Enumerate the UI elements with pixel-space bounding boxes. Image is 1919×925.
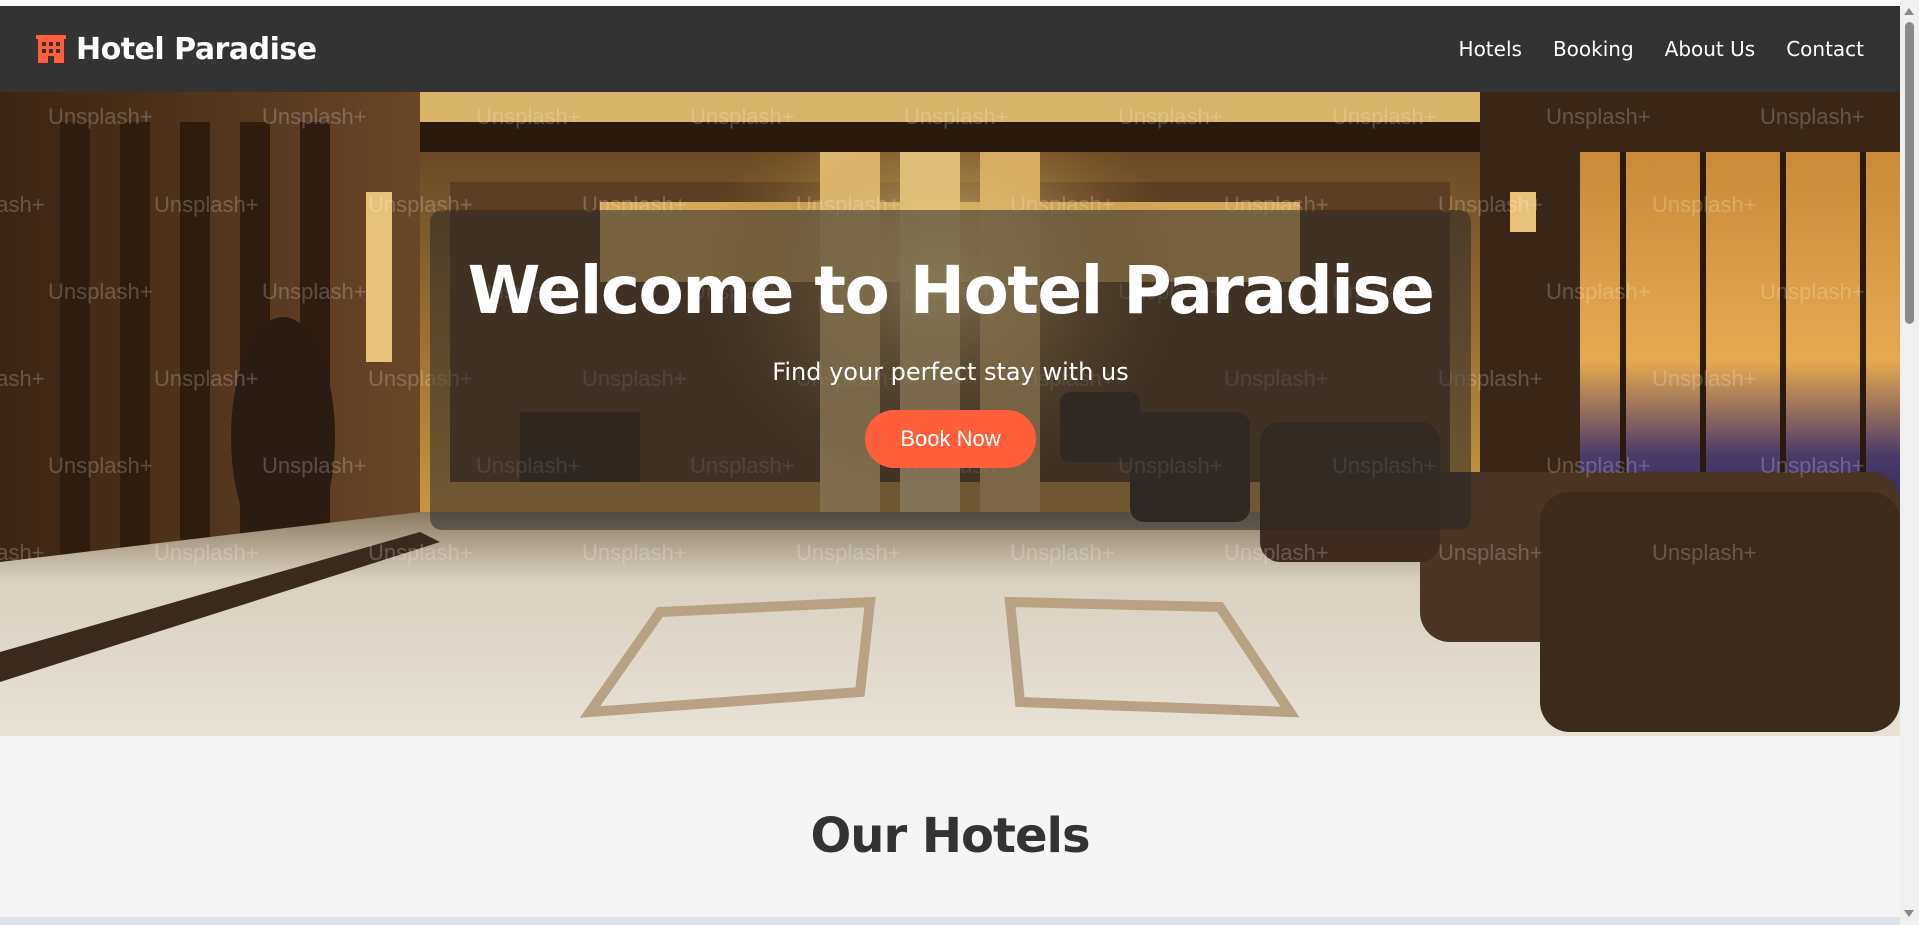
watermark-text: Unsplash+	[1652, 192, 1757, 217]
nav-link-hotels[interactable]: Hotels	[1459, 37, 1522, 61]
brand-name: Hotel Paradise	[76, 31, 317, 67]
watermark-text: Unsplash+	[154, 366, 259, 391]
scrollbar-thumb[interactable]	[1905, 22, 1914, 324]
scroll-up-arrow-icon[interactable]	[1904, 8, 1914, 15]
nav-links: Hotels Booking About Us Contact	[1459, 37, 1864, 61]
watermark-text: Unsplash+	[262, 104, 367, 129]
watermark-text: Unsplash+	[1760, 279, 1865, 304]
brand[interactable]: Hotel Paradise	[36, 32, 317, 67]
watermark-text: Unsplash+	[0, 192, 45, 217]
watermark-text: Unsplash+	[690, 104, 795, 129]
section-title-our-hotels: Our Hotels	[810, 808, 1090, 864]
watermark-text: Unsplash+	[1224, 540, 1329, 565]
watermark-text: Unsplash+	[1438, 540, 1543, 565]
browser-viewport: Hotel Paradise Hotels Booking About Us C…	[0, 0, 1919, 925]
vertical-scrollbar[interactable]	[1900, 0, 1919, 925]
nav-link-booking[interactable]: Booking	[1553, 37, 1634, 61]
hero-panel: Welcome to Hotel Paradise Find your perf…	[430, 210, 1471, 530]
nav-link-contact[interactable]: Contact	[1786, 37, 1864, 61]
watermark-text: Unsplash+	[368, 540, 473, 565]
watermark-text: Unsplash+	[0, 366, 45, 391]
hotels-section: Our Hotels	[0, 736, 1900, 925]
watermark-text: Unsplash+	[1010, 540, 1115, 565]
watermark-text: Unsplash+	[796, 540, 901, 565]
watermark-text: Unsplash+	[1652, 366, 1757, 391]
watermark-text: Unsplash+	[262, 453, 367, 478]
building-icon	[36, 35, 66, 63]
watermark-text: Unsplash+	[154, 540, 259, 565]
watermark-text: Unsplash+	[48, 453, 153, 478]
watermark-text: Unsplash+	[904, 104, 1009, 129]
watermark-text: Unsplash+	[1652, 540, 1757, 565]
watermark-text: Unsplash+	[1118, 104, 1223, 129]
watermark-text: Unsplash+	[262, 279, 367, 304]
watermark-text: Unsplash+	[48, 279, 153, 304]
watermark-text: Unsplash+	[48, 104, 153, 129]
watermark-text: Unsplash+	[582, 540, 687, 565]
watermark-text: Unsplash+	[1546, 104, 1651, 129]
scroll-down-arrow-icon[interactable]	[1904, 910, 1914, 917]
watermark-text: Unsplash+	[154, 192, 259, 217]
book-now-button[interactable]: Book Now	[865, 410, 1036, 468]
watermark-text: Unsplash+	[1546, 279, 1651, 304]
watermark-text: Unsplash+	[1760, 453, 1865, 478]
hero-title: Welcome to Hotel Paradise	[467, 252, 1435, 329]
watermark-text: Unsplash+	[1546, 453, 1651, 478]
watermark-text: Unsplash+	[0, 540, 45, 565]
watermark-text: Unsplash+	[1760, 104, 1865, 129]
hero-subtitle: Find your perfect stay with us	[772, 358, 1129, 386]
navbar: Hotel Paradise Hotels Booking About Us C…	[0, 6, 1900, 92]
hero-section: Unsplash+ Unsplash+ Unsplash+ Unsplash+ Uns…	[0, 92, 1900, 736]
bottom-strip	[0, 917, 1900, 925]
watermark-text: Unsplash+	[1332, 104, 1437, 129]
watermark-text: Unsplash+	[476, 104, 581, 129]
nav-link-about-us[interactable]: About Us	[1665, 37, 1756, 61]
